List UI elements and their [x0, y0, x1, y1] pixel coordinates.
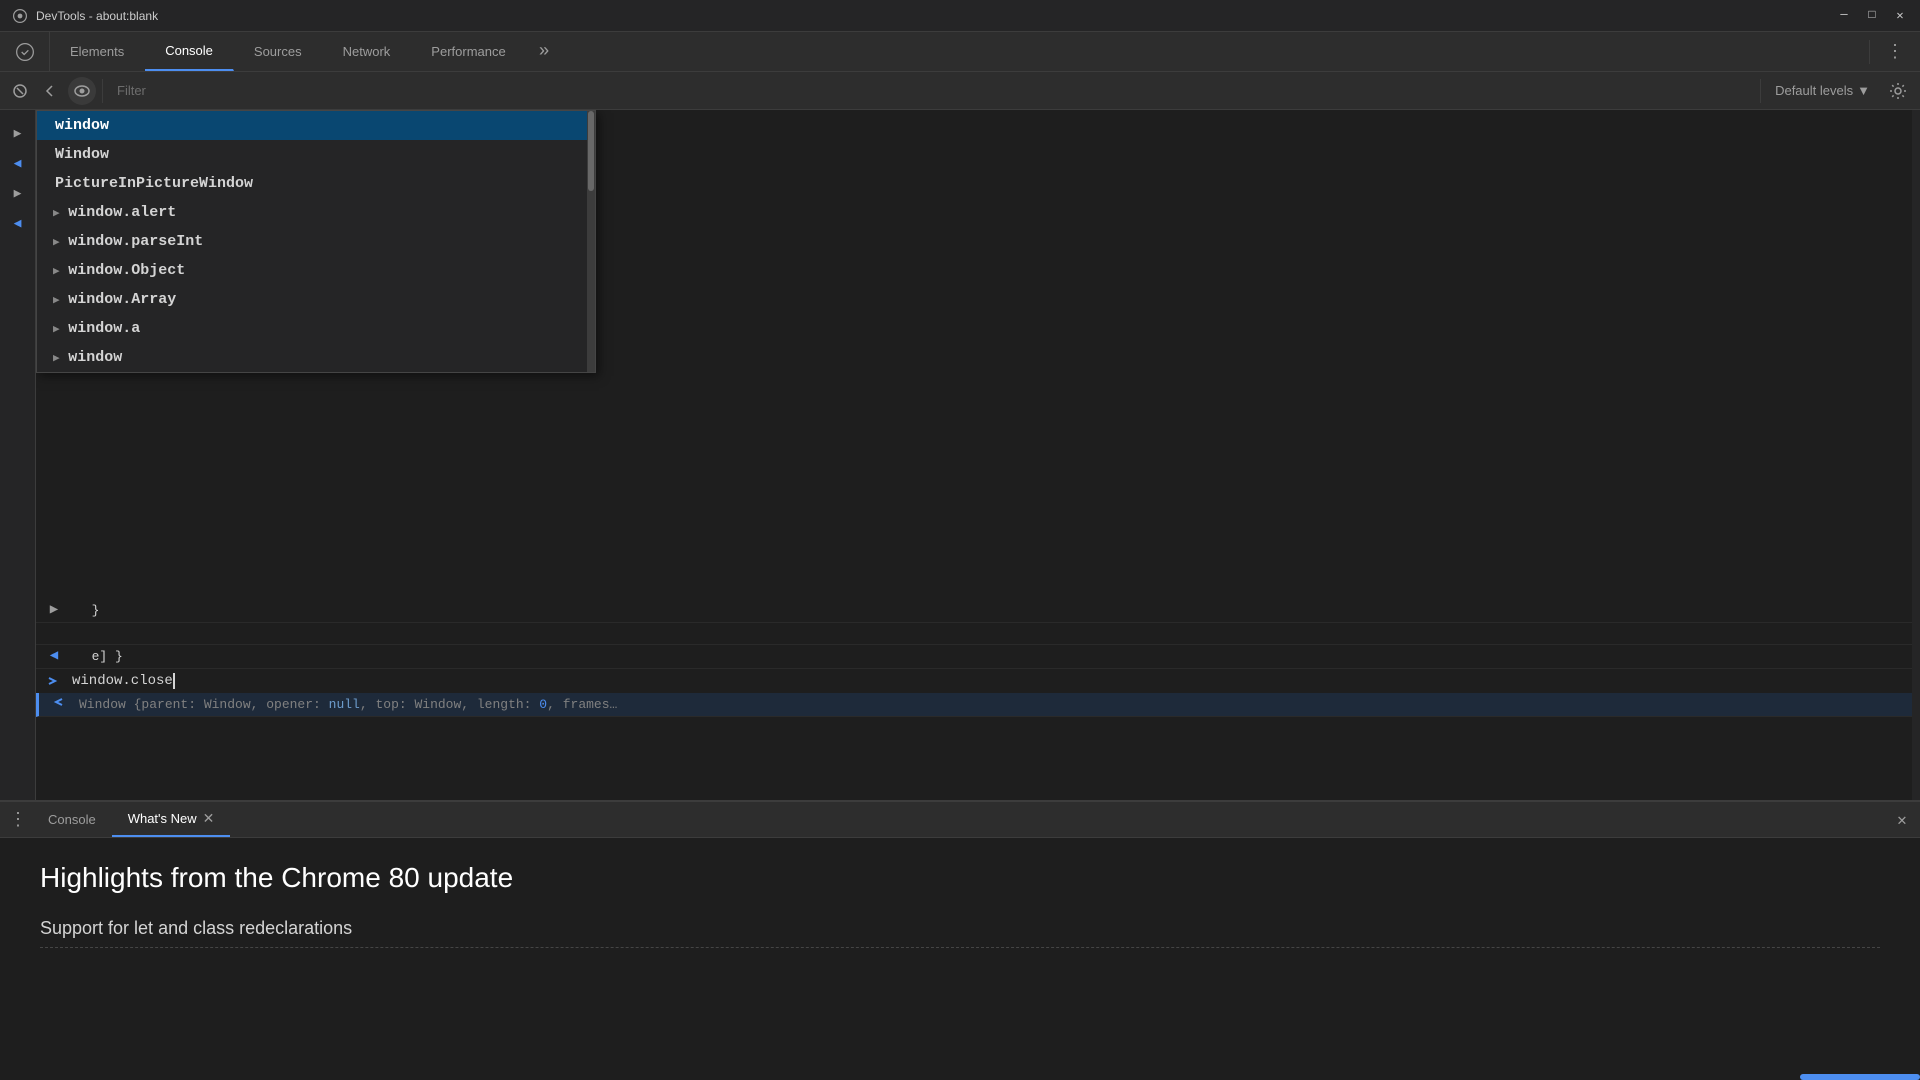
autocomplete-item-7[interactable]: ▶ window.a	[37, 314, 595, 343]
log-levels-dropdown[interactable]: Default levels ▼	[1767, 83, 1878, 98]
close-bottom-panel-button[interactable]: ✕	[1888, 806, 1916, 834]
arrow-4: ▶	[53, 237, 66, 249]
window-title: DevTools - about:blank	[36, 9, 158, 23]
tab-elements[interactable]: Elements	[50, 32, 145, 71]
console-settings-button[interactable]	[1884, 77, 1912, 105]
tab-console-bottom[interactable]: Console	[32, 802, 112, 837]
output-text: Window {parent: Window, opener:	[79, 697, 329, 712]
console-nav-left[interactable]	[38, 79, 62, 103]
devtools-tabs: Elements Console Sources Network Perform…	[50, 32, 1869, 71]
close-window-button[interactable]: ✕	[1892, 8, 1908, 23]
output-content: Window {parent: Window, opener: null, to…	[75, 695, 1904, 714]
gutter-arrow-left: ◀	[36, 647, 72, 664]
tab-whats-new[interactable]: What's New ✕	[112, 802, 231, 837]
whats-new-section: Support for let and class redeclarations	[40, 918, 1880, 948]
console-line-1: ▶ }	[36, 599, 1912, 623]
output-text-3: , frames…	[547, 697, 617, 712]
console-input-line[interactable]: window.close	[36, 669, 1912, 693]
autocomplete-item-2[interactable]: PictureInPictureWindow	[37, 169, 595, 198]
tab-performance[interactable]: Performance	[411, 32, 526, 71]
nav-arrow-left-1[interactable]: ◀	[5, 150, 31, 176]
autocomplete-item-5[interactable]: ▶ window.Object	[37, 256, 595, 285]
toolbar-divider-2	[1760, 79, 1761, 103]
main-area: ▶ ◀ ▶ ◀ window Window PictureInPictureWi…	[0, 110, 1920, 800]
arrow-5: ▶	[53, 266, 66, 278]
title-bar: DevTools - about:blank ─ □ ✕	[0, 0, 1920, 32]
window-controls: ─ □ ✕	[1836, 8, 1908, 23]
autocomplete-scrollbar[interactable]	[587, 111, 595, 372]
left-nav: ▶ ◀ ▶ ◀	[0, 110, 36, 800]
console-line-2-content	[72, 625, 1904, 629]
autocomplete-scroll-thumb	[588, 111, 594, 191]
minimize-button[interactable]: ─	[1836, 8, 1852, 23]
show-live-expressions-button[interactable]	[68, 77, 96, 105]
nav-arrow-right-top[interactable]: ▶	[5, 120, 31, 146]
tab-network[interactable]: Network	[323, 32, 412, 71]
autocomplete-item-8[interactable]: ▶ window	[37, 343, 595, 372]
whats-new-content: Highlights from the Chrome 80 update Sup…	[0, 838, 1920, 1080]
tab-console[interactable]: Console	[145, 32, 234, 71]
output-gutter	[39, 695, 75, 709]
nav-arrow-left-2[interactable]: ◀	[5, 210, 31, 236]
whats-new-title: Highlights from the Chrome 80 update	[40, 862, 1880, 894]
console-input-text[interactable]: window.close	[72, 673, 1912, 689]
length-value: 0	[539, 697, 547, 712]
output-line: Window {parent: Window, opener: null, to…	[36, 693, 1912, 717]
console-output: window Window PictureInPictureWindow ▶ w…	[36, 110, 1912, 800]
settings-button[interactable]: ⋮	[1870, 41, 1920, 63]
arrow-3: ▶	[53, 208, 66, 220]
autocomplete-item-6[interactable]: ▶ window.Array	[37, 285, 595, 314]
tab-close-button[interactable]: ✕	[203, 810, 215, 827]
filter-input[interactable]	[109, 83, 1754, 98]
arrow-8: ▶	[53, 353, 66, 365]
autocomplete-item-0[interactable]: window	[37, 111, 595, 140]
devtools-logo	[0, 32, 50, 72]
tab-sources[interactable]: Sources	[234, 32, 323, 71]
nav-arrow-right-mid[interactable]: ▶	[5, 180, 31, 206]
gutter-arrow-right: ▶	[36, 601, 72, 618]
autocomplete-dropdown[interactable]: window Window PictureInPictureWindow ▶ w…	[36, 110, 596, 373]
maximize-button[interactable]: □	[1864, 8, 1880, 23]
autocomplete-item-4[interactable]: ▶ window.parseInt	[37, 227, 595, 256]
devtools-icon	[12, 8, 28, 24]
clear-console-button[interactable]	[8, 79, 32, 103]
null-value: null	[329, 697, 360, 712]
bottom-tabs-bar: ⋮ Console What's New ✕ ✕	[0, 802, 1920, 838]
bottom-panel: ⋮ Console What's New ✕ ✕ Highlights from…	[0, 800, 1920, 1080]
console-line-2	[36, 623, 1912, 645]
toolbar-divider	[102, 79, 103, 103]
console-toolbar: Default levels ▼	[0, 72, 1920, 110]
console-line-3: ◀ e] }	[36, 645, 1912, 669]
cursor	[173, 673, 175, 689]
console-line-1-content: }	[72, 601, 1904, 620]
main-scrollbar[interactable]	[1912, 110, 1920, 800]
autocomplete-item-3[interactable]: ▶ window.alert	[37, 198, 595, 227]
default-levels-label: Default levels	[1775, 83, 1853, 98]
input-prompt	[36, 674, 72, 688]
bottom-tab-menu-button[interactable]: ⋮	[4, 806, 32, 834]
arrow-7: ▶	[53, 324, 66, 336]
devtools-header: Elements Console Sources Network Perform…	[0, 32, 1920, 72]
bottom-scroll-indicator	[1800, 1074, 1920, 1080]
dropdown-icon: ▼	[1857, 83, 1870, 98]
autocomplete-item-1[interactable]: Window	[37, 140, 595, 169]
console-line-3-content: e] }	[72, 647, 1904, 666]
arrow-6: ▶	[53, 295, 66, 307]
more-tabs-button[interactable]: »	[527, 32, 562, 71]
output-text-2: , top: Window, length:	[360, 697, 539, 712]
